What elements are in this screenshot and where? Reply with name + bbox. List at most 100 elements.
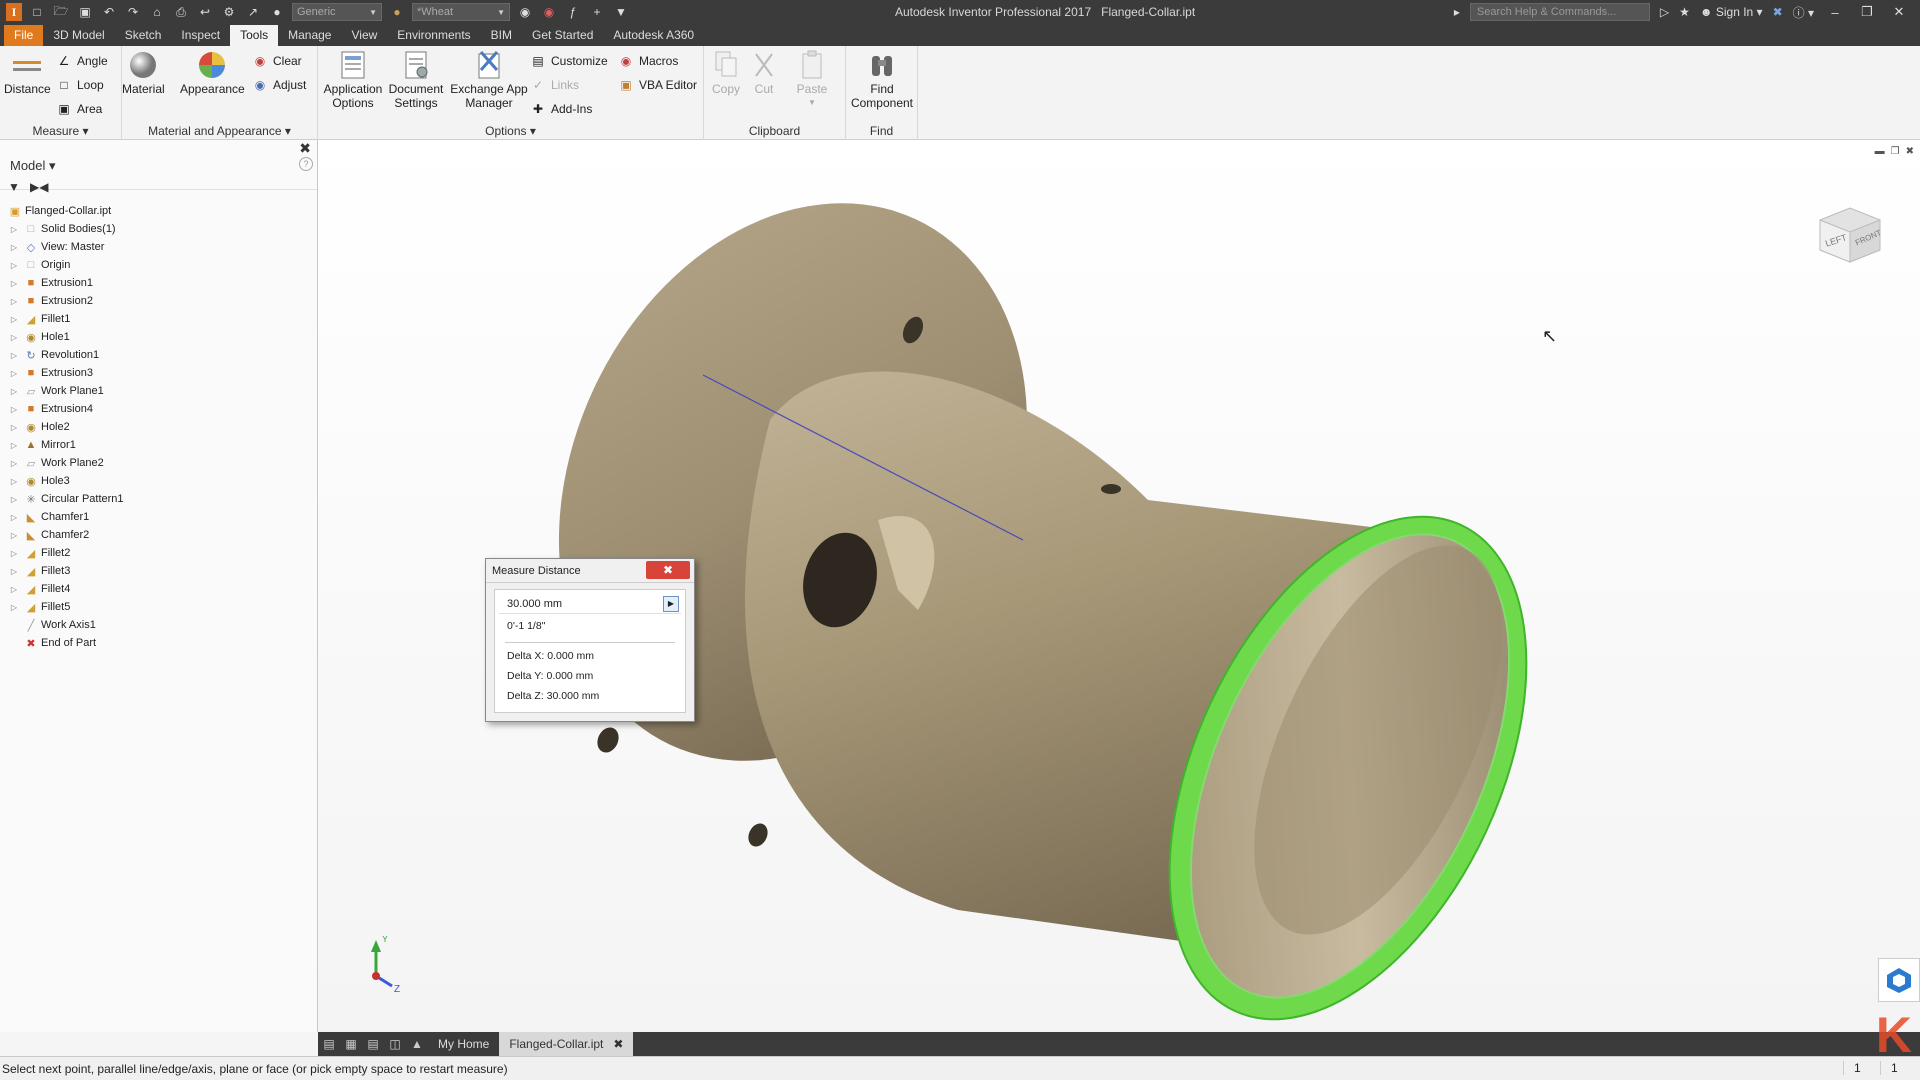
close-tab-icon[interactable]: ✖ [613, 1037, 623, 1051]
browser-help-icon[interactable]: ? [299, 157, 313, 171]
tree-item[interactable]: ▷ ■ Extrusion1 [0, 274, 318, 292]
tab-autodesk-a360[interactable]: Autodesk A360 [603, 25, 704, 46]
tab-file[interactable]: File [4, 25, 44, 46]
adjust-button[interactable]: ◉ Adjust [252, 76, 307, 94]
help-search-input[interactable]: Search Help & Commands... [1469, 3, 1650, 21]
expand-arrow-icon[interactable]: ▷ [8, 261, 20, 270]
binoculars-icon[interactable]: ▷ [1660, 5, 1669, 19]
tree-item[interactable]: ▷ ↻ Revolution1 [0, 346, 318, 364]
tab-3d-model[interactable]: 3D Model [43, 25, 114, 46]
tree-item[interactable]: ▷ ◢ Fillet2 [0, 544, 318, 562]
tab-inspect[interactable]: Inspect [171, 25, 230, 46]
expand-arrow-icon[interactable]: ▷ [8, 225, 20, 234]
minimize-icon[interactable]: – [1824, 5, 1846, 20]
measure-options-arrow-icon[interactable]: ▶ [663, 596, 679, 612]
appearance-ball-icon[interactable]: ● [388, 4, 406, 20]
tree-item[interactable]: ✖ End of Part [0, 634, 318, 652]
cascade-windows-icon[interactable]: ▤ [318, 1037, 340, 1051]
distance-button[interactable]: Distance [4, 50, 51, 96]
copy-button[interactable]: Copy [710, 50, 742, 96]
exchange-app-manager-button[interactable]: Exchange App Manager [450, 50, 528, 110]
update-icon[interactable]: ⚙ [220, 4, 238, 20]
restore-icon[interactable]: ❐ [1856, 4, 1878, 20]
add-ins-button[interactable]: ✚ Add-Ins [530, 100, 592, 118]
clear-button[interactable]: ◉ Clear [252, 52, 302, 70]
filter-icon[interactable]: ▼ [8, 180, 20, 194]
document-settings-button[interactable]: Document Settings [386, 50, 446, 110]
expand-arrow-icon[interactable]: ▷ [8, 495, 20, 504]
navigation-bar-button[interactable] [1878, 958, 1920, 1002]
measure-dialog-titlebar[interactable]: Measure Distance ✖ [486, 559, 694, 583]
tree-item[interactable]: ▷ ◉ Hole3 [0, 472, 318, 490]
view-cube[interactable]: LEFT FRONT [1810, 190, 1890, 270]
close-dialog-icon[interactable]: ✖ [646, 561, 690, 579]
tree-item[interactable]: ▷ ▱ Work Plane2 [0, 454, 318, 472]
paste-button[interactable]: Paste ▼ [796, 50, 828, 110]
tab-manage[interactable]: Manage [278, 25, 341, 46]
close-window-icon[interactable]: ✕ [1888, 4, 1910, 20]
expand-arrow-icon[interactable]: ▷ [8, 405, 20, 414]
exchange-icon[interactable]: ✖ [1773, 5, 1783, 19]
browser-title-dropdown[interactable]: Model ▾ [10, 158, 56, 174]
tree-item[interactable]: ╱ Work Axis1 [0, 616, 318, 634]
expand-arrow-icon[interactable]: ▷ [8, 351, 20, 360]
expand-arrow-icon[interactable]: ▷ [8, 423, 20, 432]
angle-button[interactable]: ∠ Angle [56, 52, 108, 70]
tree-item[interactable]: ▷ ◢ Fillet4 [0, 580, 318, 598]
redo-icon[interactable]: ↷ [124, 4, 142, 20]
tree-item[interactable]: ▷ ◇ View: Master [0, 238, 318, 256]
expand-arrow-icon[interactable]: ▷ [8, 603, 20, 612]
save-icon[interactable]: ▣ [76, 4, 94, 20]
expand-arrow-icon[interactable]: ▷ [8, 279, 20, 288]
expand-arrow-icon[interactable]: ▷ [8, 369, 20, 378]
tile-windows-icon[interactable]: ▦ [340, 1037, 362, 1051]
appearance-button[interactable]: Appearance [180, 50, 245, 96]
tree-item[interactable]: ▷ □ Origin [0, 256, 318, 274]
new-icon[interactable]: □ [28, 4, 46, 20]
expand-arrow-icon[interactable]: ▷ [8, 243, 20, 252]
tree-item[interactable]: ▷ ▱ Work Plane1 [0, 382, 318, 400]
tab-sketch[interactable]: Sketch [115, 25, 172, 46]
arrange-up-icon[interactable]: ▲ [406, 1037, 428, 1051]
open-icon[interactable]: 🗁 [52, 4, 70, 20]
expand-arrow-icon[interactable]: ▷ [8, 567, 20, 576]
tile-vertical-icon[interactable]: ◫ [384, 1037, 406, 1051]
find-in-browser-icon[interactable]: ▶◀ [30, 180, 48, 194]
inventor-logo-icon[interactable]: I [6, 3, 22, 21]
cut-button[interactable]: Cut [748, 50, 780, 96]
home-icon[interactable]: ⌂ [148, 4, 166, 20]
application-options-button[interactable]: Application Options [322, 50, 384, 110]
expand-arrow-icon[interactable]: ▷ [8, 297, 20, 306]
tree-item[interactable]: ▣ Flanged-Collar.ipt [0, 202, 318, 220]
globe-icon[interactable]: ● [268, 4, 286, 20]
expand-arrow-icon[interactable]: ▷ [8, 441, 20, 450]
measure-value-field[interactable]: 30.000 mm ▶ [499, 594, 681, 614]
material-combo[interactable]: Generic ▼ [292, 3, 382, 21]
tree-item[interactable]: ▷ □ Solid Bodies(1) [0, 220, 318, 238]
loop-button[interactable]: □ Loop [56, 76, 103, 94]
tab-tools[interactable]: Tools [230, 25, 279, 46]
tree-item[interactable]: ▷ ◉ Hole2 [0, 418, 318, 436]
tab-environments[interactable]: Environments [387, 25, 480, 46]
help-icon[interactable]: ⓘ ▾ [1793, 4, 1814, 21]
tab-bim[interactable]: BIM [481, 25, 522, 46]
plus-icon[interactable]: + [588, 4, 606, 20]
tree-item[interactable]: ▷ ■ Extrusion3 [0, 364, 318, 382]
expand-arrow-icon[interactable]: ▷ [8, 387, 20, 396]
clear-appearance-icon[interactable]: ◉ [540, 4, 558, 20]
tab-get-started[interactable]: Get Started [522, 25, 603, 46]
sign-in-button[interactable]: ☻ Sign In ▾ [1700, 5, 1763, 19]
expand-arrow-icon[interactable]: ▷ [8, 477, 20, 486]
tree-item[interactable]: ▷ ■ Extrusion2 [0, 292, 318, 310]
area-button[interactable]: ▣ Area [56, 100, 102, 118]
expand-arrow-icon[interactable]: ▷ [8, 513, 20, 522]
print-icon[interactable]: ⎙ [172, 4, 190, 20]
flanged-collar-tab[interactable]: Flanged-Collar.ipt ✖ [499, 1032, 634, 1056]
expand-arrow-icon[interactable]: ▷ [8, 549, 20, 558]
adjust-icon[interactable]: ◉ [516, 4, 534, 20]
tree-item[interactable]: ▷ ◣ Chamfer2 [0, 526, 318, 544]
tree-item[interactable]: ▷ ◉ Hole1 [0, 328, 318, 346]
tree-item[interactable]: ▷ ✳ Circular Pattern1 [0, 490, 318, 508]
links-button[interactable]: ✓ Links [530, 76, 579, 94]
close-browser-icon[interactable]: ✖ [299, 140, 311, 157]
